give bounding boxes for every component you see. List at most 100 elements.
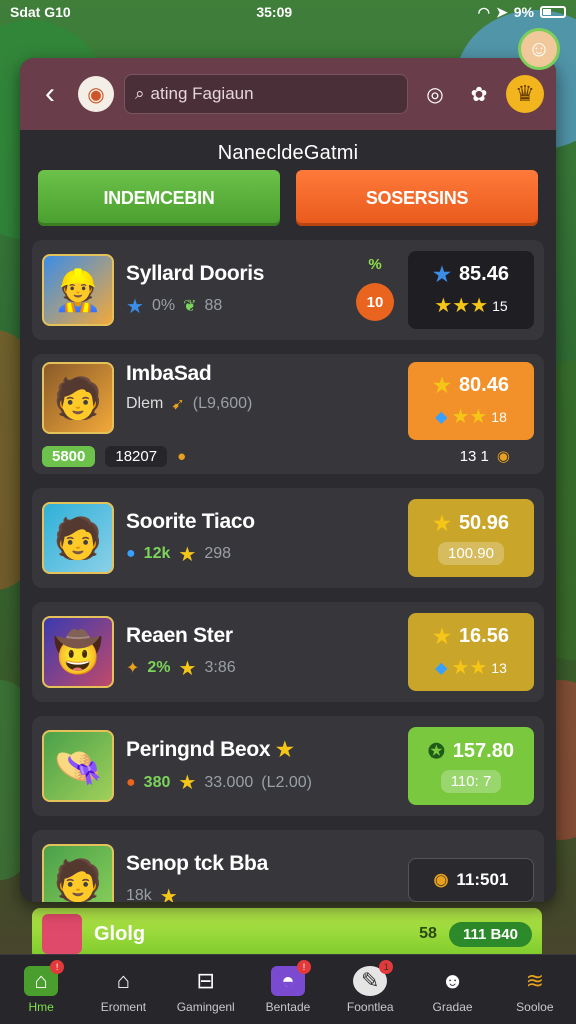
- gem-icon: ✦: [126, 660, 140, 677]
- nav-label: Sooloe: [516, 999, 554, 1014]
- nav-label: Bentade: [265, 999, 311, 1014]
- star-icon: ★: [433, 626, 451, 648]
- star-icon: ★: [433, 264, 451, 286]
- item-pct: 2%: [147, 659, 171, 676]
- avatar: 👷: [42, 254, 114, 326]
- score-value: 80.46: [458, 374, 509, 396]
- item-pct: 18k: [126, 887, 152, 902]
- nav-item-gaming[interactable]: ⊟ Gamingenl: [168, 966, 244, 1014]
- score-box: ★ 50.96 100.90: [408, 499, 534, 577]
- featured-banner[interactable]: Glolg 58 111 B40: [32, 908, 542, 960]
- list-item[interactable]: 🤠 Reaen Ster ✦ 2% ★ 3:86 ★ 16.56 ◆ ★★ 13: [32, 602, 544, 702]
- score-value: 16.56: [458, 625, 509, 647]
- item-line2: Dlem: [126, 395, 164, 412]
- score-box: ★ 80.46 ◆ ★★ 18: [408, 362, 534, 440]
- star-icon: ★: [433, 375, 451, 397]
- score-pill: 100.90: [438, 542, 504, 565]
- star-icon: ★: [433, 513, 451, 535]
- item-name: ImbaSad: [126, 362, 212, 385]
- nav-item-bentade[interactable]: ◓! Bentade: [250, 959, 326, 1014]
- app-logo-icon: ◉: [78, 76, 114, 112]
- score-box: ◉ 11:501: [408, 858, 534, 902]
- segment-toggle: INDEMCEBIN SOSERSINS: [20, 170, 556, 226]
- star-icon: ★: [126, 295, 144, 318]
- profile-avatar[interactable]: ☺: [518, 28, 560, 70]
- rating-stars: ★★★: [434, 295, 489, 317]
- search-icon: ⌕: [135, 84, 145, 103]
- avatar: [42, 914, 82, 954]
- nav-item-gradae[interactable]: ☻ Gradae: [415, 966, 491, 1014]
- clock: 35:09: [256, 4, 293, 20]
- nav-item-eroment[interactable]: ⌂ Eroment: [85, 966, 161, 1014]
- progress-row: 5800 18207 ● 13 1 ◉: [42, 444, 534, 468]
- search-input[interactable]: [150, 84, 397, 104]
- banner-number: 58: [419, 925, 437, 942]
- star-icon: ✪: [428, 741, 445, 763]
- nav-item-home[interactable]: ⌂! Hme: [3, 959, 79, 1014]
- item-name: Senop tck Bba: [126, 851, 268, 875]
- item-sub2: (L2.00): [261, 773, 312, 791]
- list-item[interactable]: 🧑 Soorite Tiaco ● 12k ★ 298 ★ 50.96 100.9…: [32, 488, 544, 588]
- list-item[interactable]: 🧑 ImbaSad Dlem ➹ (L9,600) ★ 80.46 ◆ ★★ 18 5…: [32, 354, 544, 474]
- avatar: 🧑: [42, 362, 114, 434]
- tab-right[interactable]: SOSERSINS: [296, 170, 538, 226]
- avatar: 🧑: [42, 502, 114, 574]
- settings-icon[interactable]: ✿: [462, 77, 496, 111]
- coin-icon: ◉: [433, 870, 449, 889]
- item-pct: 0%: [151, 297, 176, 314]
- banner-name: Glolg: [94, 922, 146, 945]
- nav-item-sooloe[interactable]: ≋ Sooloe: [497, 966, 573, 1014]
- controller-icon: ⊟: [196, 967, 215, 993]
- search-box[interactable]: ⌕: [124, 74, 408, 114]
- nav-label: Eroment: [100, 999, 147, 1014]
- item-name: Soorite Tiaco: [126, 509, 255, 533]
- robot-icon: ☻: [440, 967, 465, 993]
- leaf-icon: ❦: [183, 298, 197, 315]
- item-pct: 12k: [143, 545, 171, 562]
- score-box: ✪ 157.80 110: 7: [408, 727, 534, 805]
- score-value: 85.46: [458, 263, 509, 285]
- layers-icon: ≋: [525, 967, 545, 993]
- progress-badge: 5800: [42, 445, 96, 467]
- coin-icon: ●: [177, 447, 187, 465]
- list-item[interactable]: 🧑 Senop tck Bba 18k ★ ◉ 11:501: [32, 830, 544, 902]
- panel-header: ‹ ◉ ⌕ ◎ ✿ ♛: [20, 58, 556, 130]
- trophy-icon: ✎ 1: [353, 959, 394, 996]
- gem-icon: ●: [126, 545, 136, 562]
- nav-label: Foontlea: [346, 999, 394, 1014]
- item-sub: 298: [204, 545, 232, 562]
- nav-item-foontlea[interactable]: ✎ 1 Foontlea: [332, 959, 408, 1014]
- rating-stars: ★★: [451, 657, 488, 679]
- crown-icon[interactable]: ♛: [506, 75, 544, 113]
- tab-left[interactable]: INDEMCEBIN: [38, 170, 280, 226]
- badge-percent: %: [368, 256, 382, 273]
- avatar: 👒: [42, 730, 114, 802]
- avatar: 🧑: [42, 844, 114, 902]
- list-item[interactable]: 👷 Syllard Dooris ★ 0% ❦ 88 % 10 ★ 85.46 ★…: [32, 240, 544, 340]
- avatar: 🤠: [42, 616, 114, 688]
- back-button[interactable]: ‹: [32, 76, 68, 112]
- item-sub: 3:86: [204, 659, 236, 676]
- nav-label: Hme: [28, 999, 54, 1014]
- item-name-text: Peringnd Beox: [126, 738, 271, 761]
- score-value: 11:501: [456, 870, 509, 889]
- right-number: 13 1: [459, 447, 489, 465]
- battery-percent: 9%: [513, 4, 534, 20]
- score-box: ★ 85.46 ★★★ 15: [408, 251, 534, 329]
- star-icon: ★: [178, 772, 197, 794]
- list-item[interactable]: 👒 Peringnd Beox ★ ● 380 ★ 33.000 (L2.00)…: [32, 716, 544, 816]
- location-icon: ➤: [496, 3, 508, 20]
- arrow-icon: ➹: [171, 396, 185, 413]
- helmet-icon: ◓!: [270, 959, 311, 996]
- right-count: 13 1 ◉: [459, 447, 510, 466]
- score-pill: 110: 7: [440, 770, 502, 793]
- gem-icon: ◆: [435, 659, 448, 677]
- score-value: 50.96: [458, 512, 509, 534]
- item-pct: 380: [143, 773, 171, 791]
- item-name: Peringnd Beox ★: [126, 737, 408, 762]
- item-sub: 33.000: [204, 773, 254, 791]
- nav-label: Gradae: [432, 999, 473, 1014]
- globe-icon[interactable]: ◎: [418, 77, 452, 111]
- score-sub: 15: [492, 297, 508, 314]
- badge-count: 10: [356, 283, 394, 321]
